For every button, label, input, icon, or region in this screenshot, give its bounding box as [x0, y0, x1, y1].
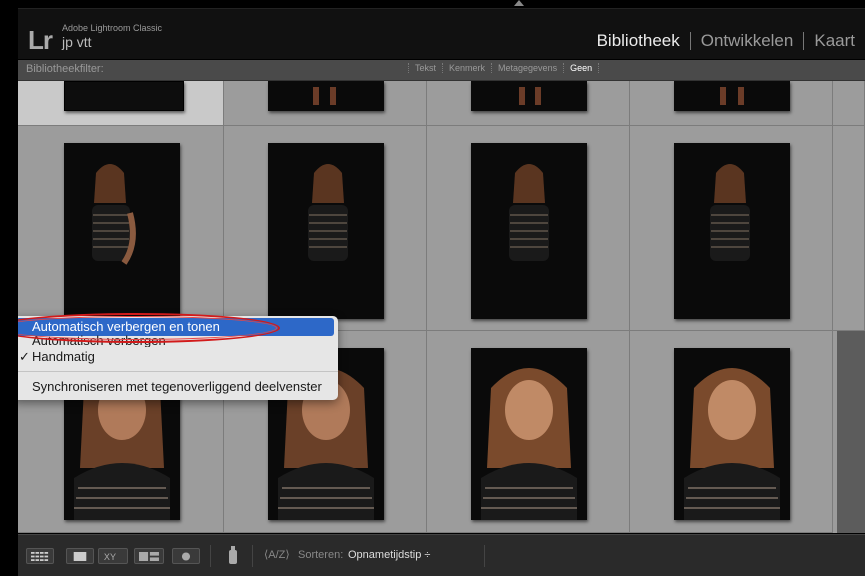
grid-cell[interactable] [18, 81, 224, 126]
photo-thumbnail[interactable] [674, 348, 790, 520]
filter-text[interactable]: Tekst [408, 63, 442, 73]
grid-cell[interactable] [427, 331, 630, 533]
library-filter-bar: Bibliotheekfilter: Tekst Kenmerk Metageg… [18, 60, 865, 81]
portrait-photo [308, 164, 348, 261]
people-view-icon[interactable] [172, 548, 200, 564]
identity-plate-user: jp vtt [62, 34, 92, 50]
portrait-photo [92, 164, 136, 265]
grid-cell[interactable] [18, 126, 224, 331]
sort-direction-icon[interactable]: ⟨A/Z⟩ [264, 548, 290, 561]
grid-scrollbar[interactable] [837, 331, 865, 533]
toolbar-divider [252, 545, 253, 567]
photo-thumbnail[interactable] [268, 143, 384, 319]
grid-cell[interactable] [833, 81, 865, 126]
toolbar-divider [210, 545, 211, 567]
painter-icon[interactable] [226, 546, 240, 566]
library-toolbar: XY ⟨A/Z⟩ Sorteren: Opnametijdstip ÷ [18, 534, 865, 576]
module-library[interactable]: Bibliotheek [587, 31, 690, 51]
photo-thumbnail[interactable] [64, 143, 180, 319]
portrait-photo [519, 87, 541, 105]
photo-thumbnail[interactable] [64, 81, 184, 111]
menu-item-label: Handmatig [32, 349, 95, 364]
top-panel-toggle-icon[interactable] [514, 0, 524, 6]
survey-view-icon[interactable] [134, 548, 164, 564]
photo-thumbnail[interactable] [268, 81, 384, 111]
menu-item-auto-hide[interactable]: Automatisch verbergen [16, 334, 334, 347]
grid-cell[interactable] [427, 126, 630, 331]
grid-view-icon[interactable] [26, 548, 54, 564]
photo-thumbnail[interactable] [674, 143, 790, 319]
grid-cell[interactable] [630, 126, 833, 331]
sort-order-select[interactable]: Opnametijdstip ÷ [348, 549, 430, 561]
module-picker: Bibliotheek Ontwikkelen Kaart [587, 31, 865, 51]
menu-item-manual[interactable]: ✓ Handmatig [16, 348, 334, 366]
portrait-photo [710, 164, 750, 261]
menu-separator [12, 371, 338, 372]
filter-none[interactable]: Geen [563, 63, 598, 73]
grid-cell[interactable] [630, 81, 833, 126]
grid-cell[interactable] [630, 331, 833, 533]
thumbnail-grid[interactable] [18, 81, 865, 533]
panel-visibility-menu: Automatisch verbergen en tonen Automatis… [12, 316, 338, 400]
app-name: Adobe Lightroom Classic [62, 23, 163, 33]
compare-view-icon[interactable]: XY [98, 548, 128, 564]
menu-item-label: Automatisch verbergen en tonen [32, 319, 220, 334]
portrait-photo [481, 368, 577, 520]
portrait-photo [684, 368, 780, 520]
portrait-photo [509, 164, 549, 261]
loupe-view-icon[interactable] [66, 548, 94, 564]
checkmark-icon: ✓ [19, 349, 30, 364]
photo-thumbnail[interactable] [471, 143, 587, 319]
filter-options: Tekst Kenmerk Metagegevens Geen [408, 63, 600, 73]
grid-cell[interactable] [224, 126, 427, 331]
toolbar-divider [484, 545, 485, 567]
grid-cell[interactable] [833, 126, 865, 331]
filter-bar-label: Bibliotheekfilter: [26, 63, 104, 75]
menu-item-label: Synchroniseren met tegenoverliggend deel… [32, 379, 322, 394]
photo-thumbnail[interactable] [674, 81, 790, 111]
filter-attribute[interactable]: Kenmerk [442, 63, 491, 73]
grid-cell[interactable] [224, 81, 427, 126]
grid-cell[interactable] [427, 81, 630, 126]
lightroom-window: Lr Adobe Lightroom Classic jp vtt Biblio… [0, 0, 865, 576]
portrait-photo [720, 87, 744, 105]
menu-item-label: Automatisch verbergen [32, 334, 166, 347]
svg-text:XY: XY [104, 552, 116, 561]
module-bar: Lr Adobe Lightroom Classic jp vtt Biblio… [18, 8, 865, 59]
module-map[interactable]: Kaart [804, 31, 865, 51]
filter-divider [598, 63, 600, 73]
portrait-photo [313, 87, 336, 105]
photo-thumbnail[interactable] [471, 81, 587, 111]
photo-thumbnail[interactable] [471, 348, 587, 520]
menu-item-sync-opposite-panel[interactable]: Synchroniseren met tegenoverliggend deel… [16, 378, 334, 396]
lightroom-logo: Lr [28, 25, 53, 55]
filter-metadata[interactable]: Metagegevens [491, 63, 563, 73]
module-develop[interactable]: Ontwikkelen [691, 31, 804, 51]
left-panel-edge [0, 0, 18, 575]
sort-label: Sorteren: [298, 549, 344, 561]
